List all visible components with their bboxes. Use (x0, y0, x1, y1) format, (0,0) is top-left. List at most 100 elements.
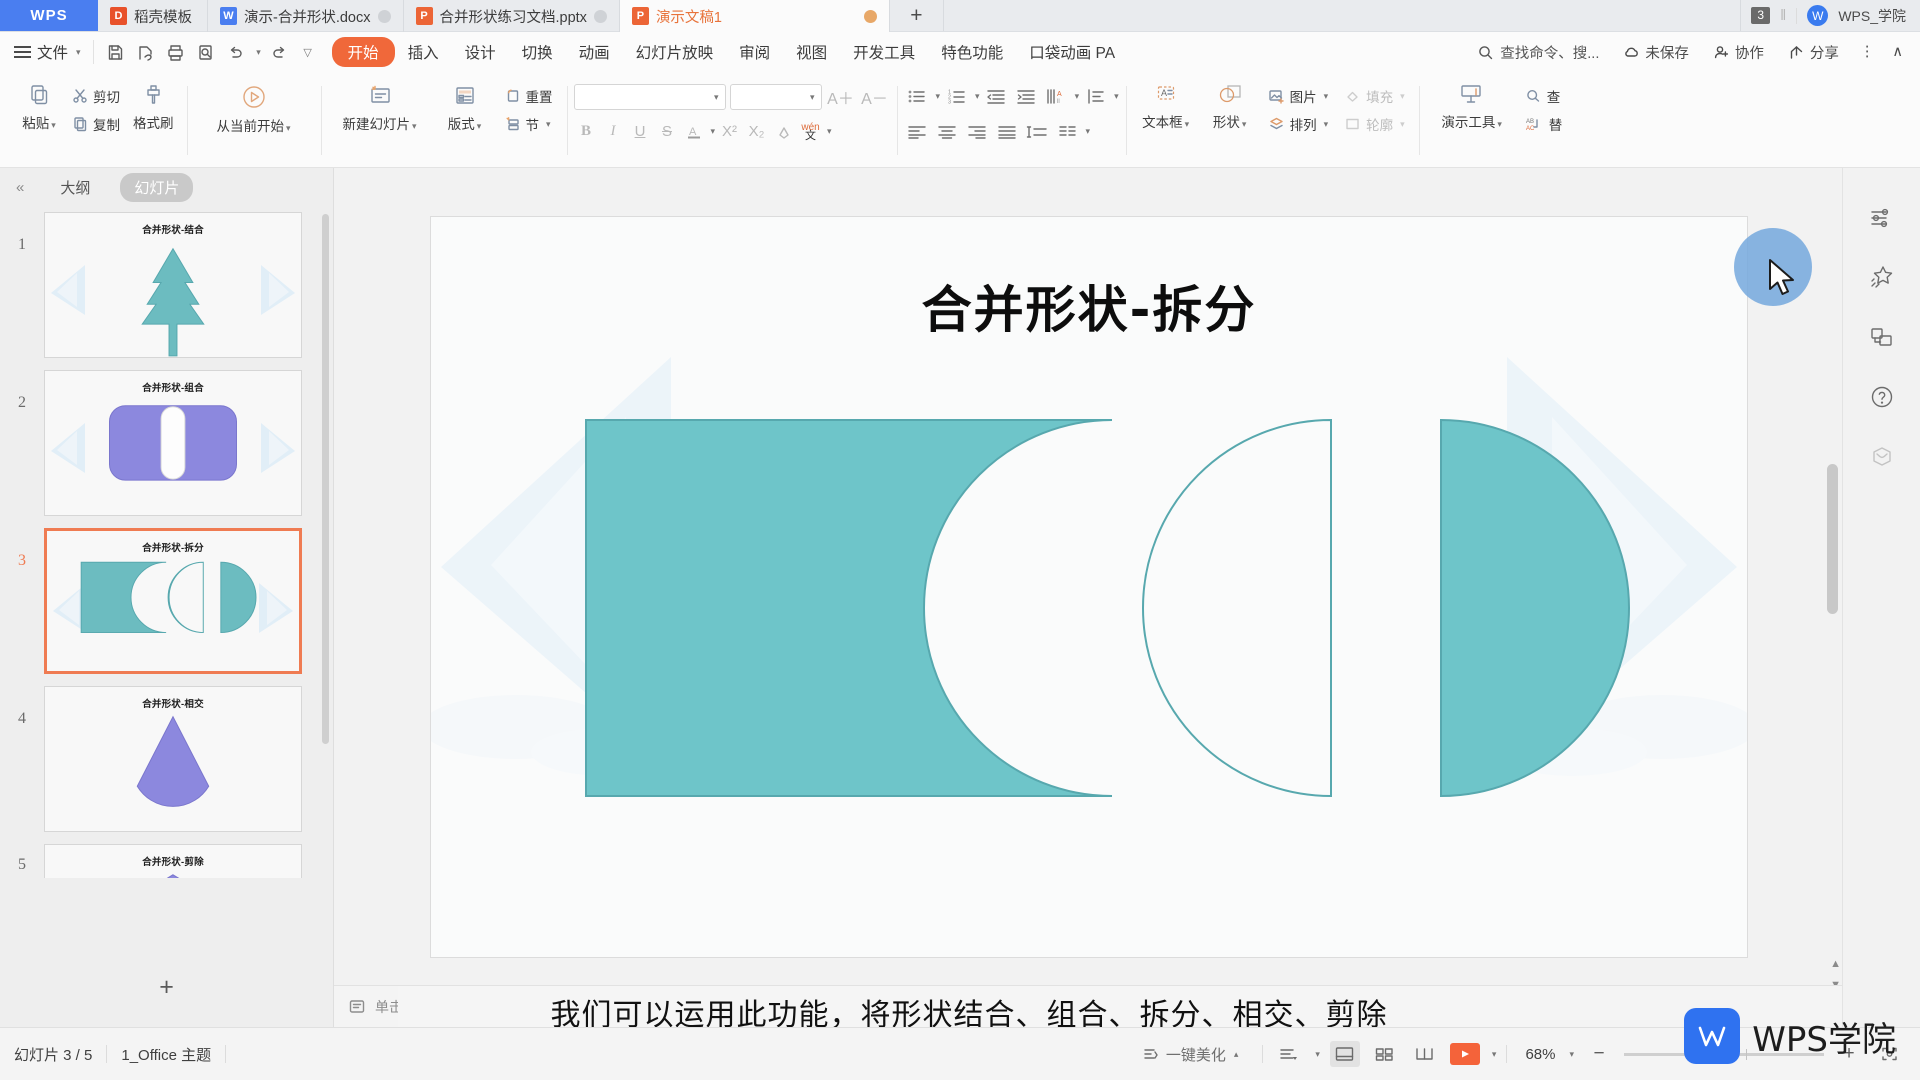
save-icon[interactable] (102, 39, 130, 65)
justify-button[interactable] (994, 119, 1021, 144)
clear-format-button[interactable] (771, 119, 796, 144)
increase-indent-button[interactable] (1013, 84, 1040, 109)
slide-thumbnail-4[interactable]: 4 合并形状-相交 (0, 680, 333, 838)
file-menu-button[interactable]: 文件 ▾ (0, 41, 93, 63)
more-options-button[interactable]: ⋮ (1853, 40, 1882, 64)
align-left-button[interactable] (904, 119, 931, 144)
pinyin-dropdown-icon[interactable]: ▾ (827, 126, 832, 137)
decrease-indent-button[interactable] (983, 84, 1010, 109)
strikethrough-button[interactable]: S (655, 119, 680, 144)
outline-button[interactable]: 轮廓 ▾ (1339, 112, 1410, 136)
replace-button[interactable]: AB AC 替 (1520, 112, 1568, 136)
picture-button[interactable]: 图片 ▾ (1263, 84, 1334, 108)
bold-button[interactable]: B (574, 119, 599, 144)
previous-slide-arrow-icon[interactable]: ▲ (1830, 958, 1841, 970)
fill-button[interactable]: 填充 ▾ (1339, 84, 1410, 108)
collaborate-button[interactable]: 协作 (1703, 38, 1774, 67)
font-family-select[interactable]: ▾ (573, 84, 726, 110)
slide-thumbnail[interactable]: 合并形状-剪除 (44, 844, 302, 878)
pinyin-guide-button[interactable]: wén 文 (798, 119, 823, 144)
academy-icon[interactable] (1867, 442, 1897, 472)
font-color-button[interactable]: A (682, 119, 707, 144)
text-direction-dropdown-icon[interactable]: ▾ (1075, 91, 1080, 102)
split-view-icon[interactable]: ‖ (1780, 7, 1786, 24)
shrink-font-button[interactable]: A－ (860, 85, 890, 110)
slide-thumbnail-list[interactable]: 1 合并形状-结合 2 合并形状-组合 3 合并形状-拆分 4 合并形状-相交 … (0, 206, 333, 965)
tab-view[interactable]: 视图 (783, 37, 840, 67)
shapes-button[interactable]: 形状 ▾ (1199, 76, 1261, 133)
print-icon[interactable] (162, 39, 190, 65)
format-painter-button[interactable]: 格式刷 (127, 76, 180, 134)
stage-vertical-scrollbar[interactable] (1827, 176, 1838, 931)
print-preview-icon[interactable] (192, 39, 220, 65)
zoom-level[interactable]: 68% (1517, 1046, 1557, 1063)
columns-button[interactable] (1054, 119, 1081, 144)
find-button[interactable]: 查 (1520, 84, 1568, 108)
present-tools-button[interactable]: 演示工具 ▾ (1426, 76, 1518, 133)
align-center-button[interactable] (934, 119, 961, 144)
numbering-dropdown-icon[interactable]: ▾ (975, 91, 980, 102)
align-vertical-dropdown-icon[interactable]: ▾ (1114, 91, 1119, 102)
account-name[interactable]: WPS_学院 (1838, 6, 1906, 26)
new-tab-button[interactable]: + (890, 0, 944, 31)
cut-button[interactable]: 剪切 (67, 84, 125, 108)
collapse-ribbon-button[interactable]: ∧ (1885, 40, 1910, 64)
section-button[interactable]: 节 ▾ (500, 112, 558, 136)
slide-panel-scrollbar[interactable] (322, 214, 329, 744)
undo-dropdown-icon[interactable]: ▾ (252, 39, 264, 65)
panel-tab-outline[interactable]: 大纲 (46, 173, 104, 202)
beautify-button[interactable]: 一键美化 ▴ (1129, 1044, 1253, 1065)
slide-thumbnail-2[interactable]: 2 合并形状-组合 (0, 364, 333, 522)
start-from-current-button[interactable]: 从当前开始 ▾ (194, 76, 314, 137)
slide-thumbnail[interactable]: 合并形状-拆分 (44, 528, 302, 674)
text-direction-button[interactable]: All (1043, 84, 1070, 109)
tab-dock-template[interactable]: D 稻壳模板 (98, 0, 208, 32)
theme-name[interactable]: 1_Office 主题 (107, 1044, 225, 1065)
save-as-icon[interactable] (132, 39, 160, 65)
panel-tab-slides[interactable]: 幻灯片 (120, 172, 194, 202)
tab-slideshow[interactable]: 幻灯片放映 (623, 37, 727, 67)
collapse-panel-icon[interactable]: « (10, 179, 30, 196)
slide-thumbnail[interactable]: 合并形状-相交 (44, 686, 302, 832)
underline-button[interactable]: U (628, 119, 653, 144)
superscript-button[interactable]: X² (717, 119, 742, 144)
paste-button[interactable]: 粘贴 ▾ (13, 76, 65, 134)
layout-button[interactable]: 版式 ▾ (432, 76, 498, 135)
tab-ppt-practice[interactable]: P 合并形状练习文档.pptx (404, 0, 620, 32)
grow-font-button[interactable]: A＋ (826, 85, 856, 110)
font-color-dropdown-icon[interactable]: ▾ (711, 126, 716, 137)
bullets-button[interactable] (904, 84, 931, 109)
tab-review[interactable]: 审阅 (726, 37, 783, 67)
wps-app-logo[interactable]: WPS (0, 0, 98, 31)
font-size-select[interactable]: ▾ (729, 84, 822, 110)
line-spacing-button[interactable] (1024, 119, 1051, 144)
copy-button[interactable]: 复制 (67, 112, 125, 136)
avatar[interactable]: W (1807, 5, 1829, 26)
tab-transitions[interactable]: 切换 (509, 37, 566, 67)
align-right-button[interactable] (964, 119, 991, 144)
arrange-button[interactable]: 排列 ▾ (1263, 112, 1334, 136)
tab-developer[interactable]: 开发工具 (840, 37, 928, 67)
view-slide-sorter-button[interactable] (1370, 1041, 1400, 1067)
slide-thumbnail[interactable]: 合并形状-结合 (44, 212, 302, 358)
bullets-dropdown-icon[interactable]: ▾ (936, 91, 941, 102)
subscript-button[interactable]: X₂ (744, 119, 769, 144)
new-slide-button[interactable]: 新建幻灯片 ▾ (328, 76, 432, 135)
text-box-button[interactable]: A 文本框 ▾ (1133, 76, 1199, 133)
tab-pocket-anim[interactable]: 口袋动画 PA (1016, 37, 1128, 67)
properties-icon[interactable] (1867, 202, 1897, 232)
current-slide-canvas[interactable]: 合并形状-拆分 (430, 216, 1748, 958)
tab-close-icon[interactable] (377, 9, 391, 23)
tab-close-icon[interactable] (863, 9, 877, 23)
share-button[interactable]: 分享 (1778, 38, 1849, 67)
slide-thumbnail[interactable]: 合并形状-组合 (44, 370, 302, 516)
window-count-badge[interactable]: 3 (1751, 7, 1771, 24)
tab-close-icon[interactable] (593, 9, 607, 23)
tab-animations[interactable]: 动画 (566, 37, 623, 67)
italic-button[interactable]: I (601, 119, 626, 144)
tab-insert[interactable]: 插入 (395, 37, 452, 67)
slide-thumbnail-1[interactable]: 1 合并形状-结合 (0, 206, 333, 364)
add-slide-button[interactable]: + (0, 969, 333, 1005)
tab-presentation-1[interactable]: P 演示文稿1 (619, 0, 890, 32)
slide-thumbnail-3[interactable]: 3 合并形状-拆分 (0, 522, 333, 680)
